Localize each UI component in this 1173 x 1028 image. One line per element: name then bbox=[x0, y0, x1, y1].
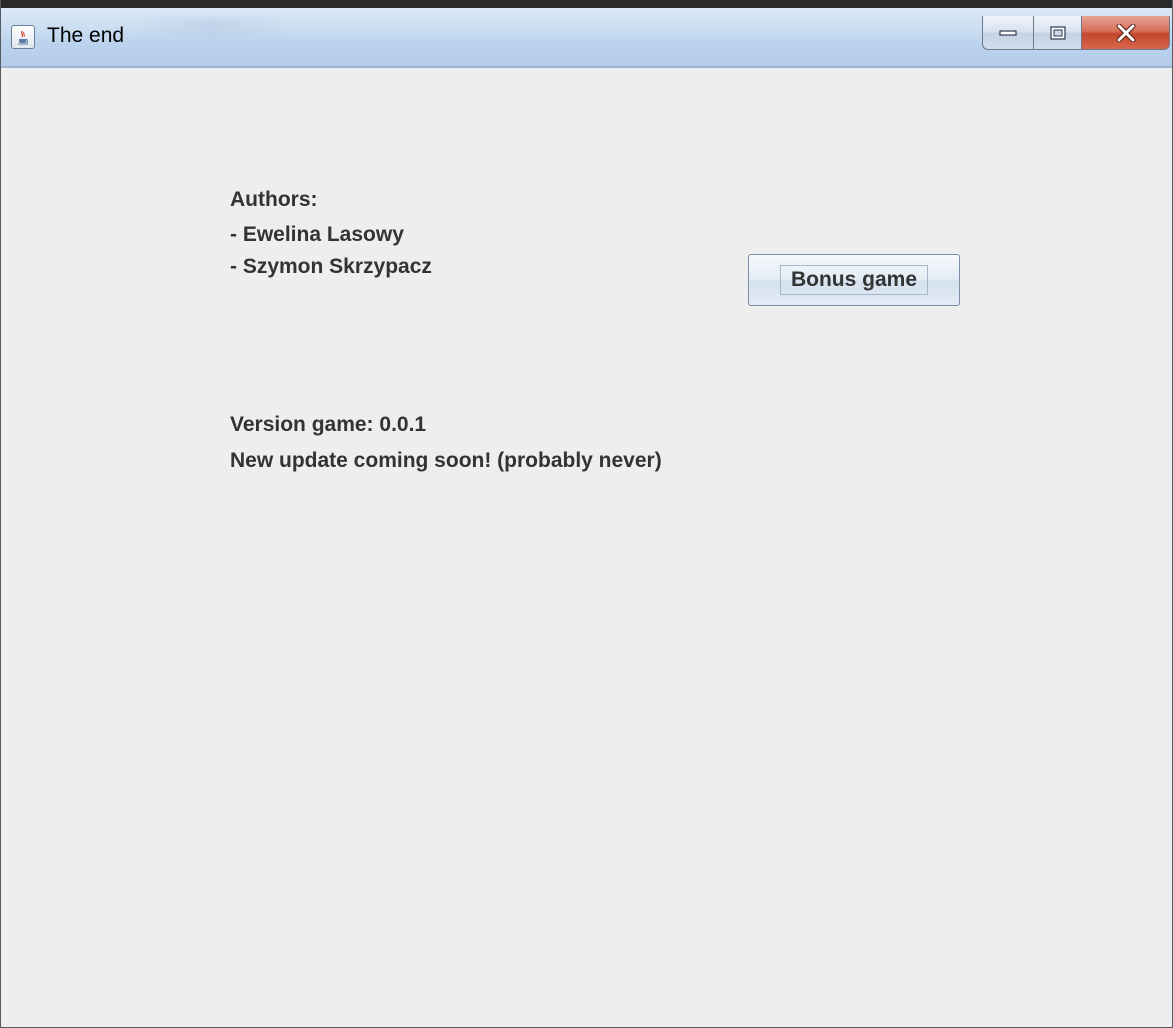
close-button[interactable] bbox=[1082, 16, 1170, 50]
minimize-icon bbox=[999, 29, 1017, 36]
blurred-title-region bbox=[137, 18, 287, 38]
window-title: The end bbox=[47, 24, 125, 47]
author-name: - Szymon Skrzypacz bbox=[230, 255, 432, 278]
bonus-game-label: Bonus game bbox=[790, 268, 918, 291]
title-bar[interactable]: The end bbox=[1, 0, 1172, 68]
app-window: The end Authors: - Ewelina Lasowy - Szym… bbox=[0, 0, 1173, 1028]
maximize-button[interactable] bbox=[1034, 16, 1082, 50]
close-icon bbox=[1116, 23, 1135, 42]
content-pane: Authors: - Ewelina Lasowy - Szymon Skrzy… bbox=[1, 68, 1172, 1027]
focus-ring: Bonus game bbox=[780, 265, 928, 295]
window-controls bbox=[982, 16, 1170, 50]
version-text: Version game: 0.0.1 bbox=[230, 413, 427, 436]
maximize-icon bbox=[1049, 25, 1066, 40]
author-name: - Ewelina Lasowy bbox=[230, 223, 404, 246]
authors-heading: Authors: bbox=[230, 188, 318, 211]
java-cup-icon[interactable] bbox=[11, 25, 35, 49]
minimize-button[interactable] bbox=[982, 16, 1034, 50]
update-note: New update coming soon! (probably never) bbox=[230, 449, 662, 472]
bonus-game-button[interactable]: Bonus game bbox=[748, 254, 960, 306]
